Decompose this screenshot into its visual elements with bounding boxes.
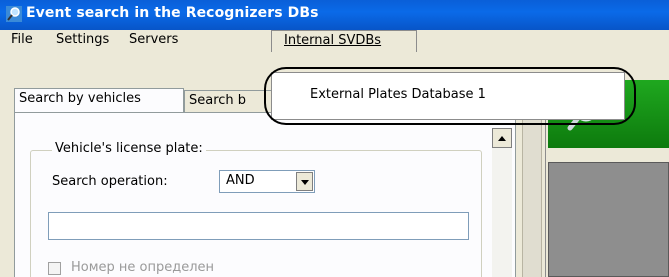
tab-search-second[interactable]: Search b xyxy=(184,90,284,112)
menu-settings[interactable]: Settings xyxy=(56,31,109,49)
chevron-down-icon[interactable] xyxy=(296,172,313,191)
plate-not-recognized-checkbox[interactable] xyxy=(48,262,61,275)
vertical-scrollbar[interactable] xyxy=(492,128,512,277)
magnifier-icon xyxy=(6,6,22,22)
tab-search-by-vehicles[interactable]: Search by vehicles xyxy=(14,88,184,112)
svdbs-dropdown-menu: External Plates Database 1 xyxy=(271,72,625,120)
menu-file[interactable]: File xyxy=(11,31,33,49)
window-title: Event search in the Recognizers DBs xyxy=(26,5,319,21)
preview-panel xyxy=(548,162,669,277)
license-plate-group-label: Vehicle's license plate: xyxy=(52,141,206,156)
menu-internal-svdbs[interactable]: Internal SVDBs xyxy=(271,30,417,52)
menu-internal-svdbs-label: Internal SVDBs xyxy=(284,33,382,48)
search-operation-value: AND xyxy=(226,173,255,188)
license-plate-input[interactable] xyxy=(48,212,469,240)
menu-item-external-plates-db[interactable]: External Plates Database 1 xyxy=(310,87,486,102)
search-operation-label: Search operation: xyxy=(52,174,168,189)
scroll-up-icon[interactable] xyxy=(492,128,512,148)
menu-bar: File Settings Servers Internal SVDBs xyxy=(0,30,669,52)
app-window: Event search in the Recognizers DBs File… xyxy=(0,0,669,277)
search-operation-select[interactable]: AND xyxy=(219,170,315,193)
title-bar[interactable]: Event search in the Recognizers DBs xyxy=(0,0,669,30)
plate-not-recognized-label: Номер не определен xyxy=(71,260,215,275)
menu-servers[interactable]: Servers xyxy=(129,31,178,49)
